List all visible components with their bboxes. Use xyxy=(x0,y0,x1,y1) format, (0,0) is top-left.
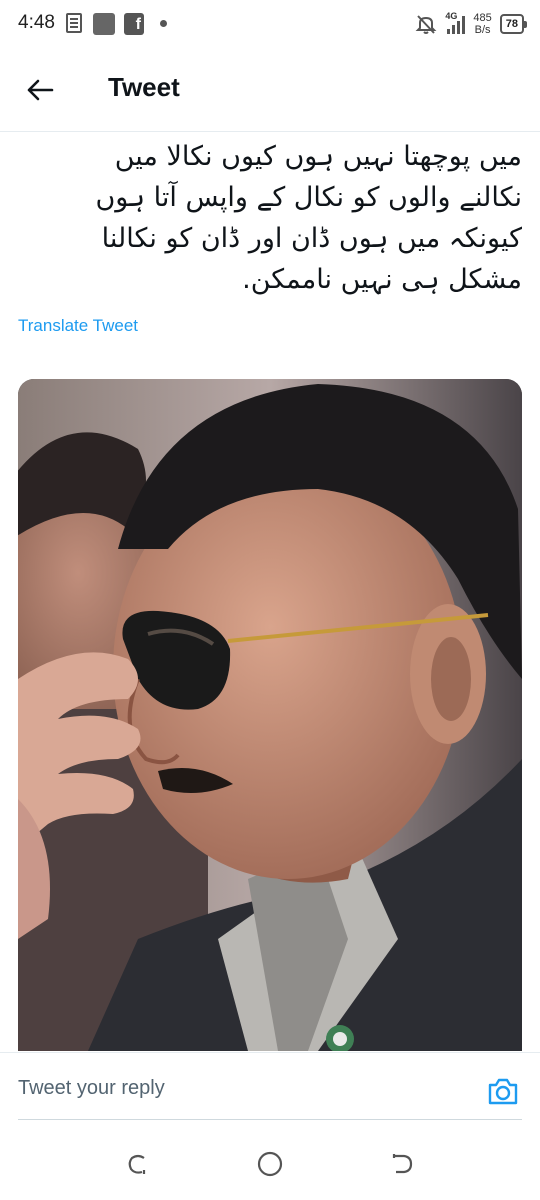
more-notifications-dot-icon xyxy=(160,20,167,27)
network-speed: 485 B/s xyxy=(473,12,491,36)
camera-icon xyxy=(488,1078,518,1105)
system-nav-bar xyxy=(0,1126,540,1200)
nav-back-button[interactable] xyxy=(386,1148,418,1180)
app-notification-icon xyxy=(93,13,115,35)
mute-bell-icon xyxy=(415,15,437,34)
translate-tweet-link[interactable]: Translate Tweet xyxy=(18,316,138,336)
facebook-notification-icon: f xyxy=(124,13,144,35)
arrow-left-icon xyxy=(27,79,54,101)
nav-home-button[interactable] xyxy=(254,1148,286,1180)
page-title: Tweet xyxy=(108,72,180,102)
reply-underline xyxy=(18,1119,522,1120)
tweet-text-line: کیونکہ میں ہوں ڈان اور ڈان کو نکالنا xyxy=(101,223,522,254)
tweet-text-line: نکالنے والوں کو نکال کے واپس آتا ہوں xyxy=(95,182,522,213)
back-button[interactable] xyxy=(22,72,58,108)
status-bar: 4:48 f 4G 485 B/s 78 xyxy=(0,0,540,48)
nav-recents-button[interactable] xyxy=(122,1148,154,1180)
tweet-photo[interactable] xyxy=(18,379,522,1051)
status-right: 4G 485 B/s 78 xyxy=(415,10,528,38)
tweet-text: میں پوچھتا نہیں ہوں کیوں نکالا میں نکالن… xyxy=(18,136,522,300)
app-header: Tweet xyxy=(0,48,540,132)
signal-4g: 4G xyxy=(445,11,466,35)
status-time: 4:48 xyxy=(18,12,55,33)
speed-value: 485 xyxy=(473,12,492,24)
tweet-text-line: مشکل ہی نہیں ناممکن. xyxy=(242,264,522,295)
nav-back-icon xyxy=(392,1154,413,1174)
tweet-text-line: میں پوچھتا نہیں ہوں کیوں نکالا میں xyxy=(114,141,522,172)
network-type: 4G xyxy=(445,11,458,21)
reply-input[interactable]: Tweet your reply xyxy=(18,1077,165,1100)
photo-illustration xyxy=(18,379,522,1051)
recents-icon xyxy=(128,1154,146,1174)
reply-bar: Tweet your reply xyxy=(0,1052,540,1124)
camera-button[interactable] xyxy=(486,1075,520,1109)
speed-unit: B/s xyxy=(474,24,491,36)
home-circle-icon xyxy=(257,1151,283,1177)
battery-indicator: 78 xyxy=(499,14,528,34)
news-notification-icon xyxy=(66,13,82,33)
